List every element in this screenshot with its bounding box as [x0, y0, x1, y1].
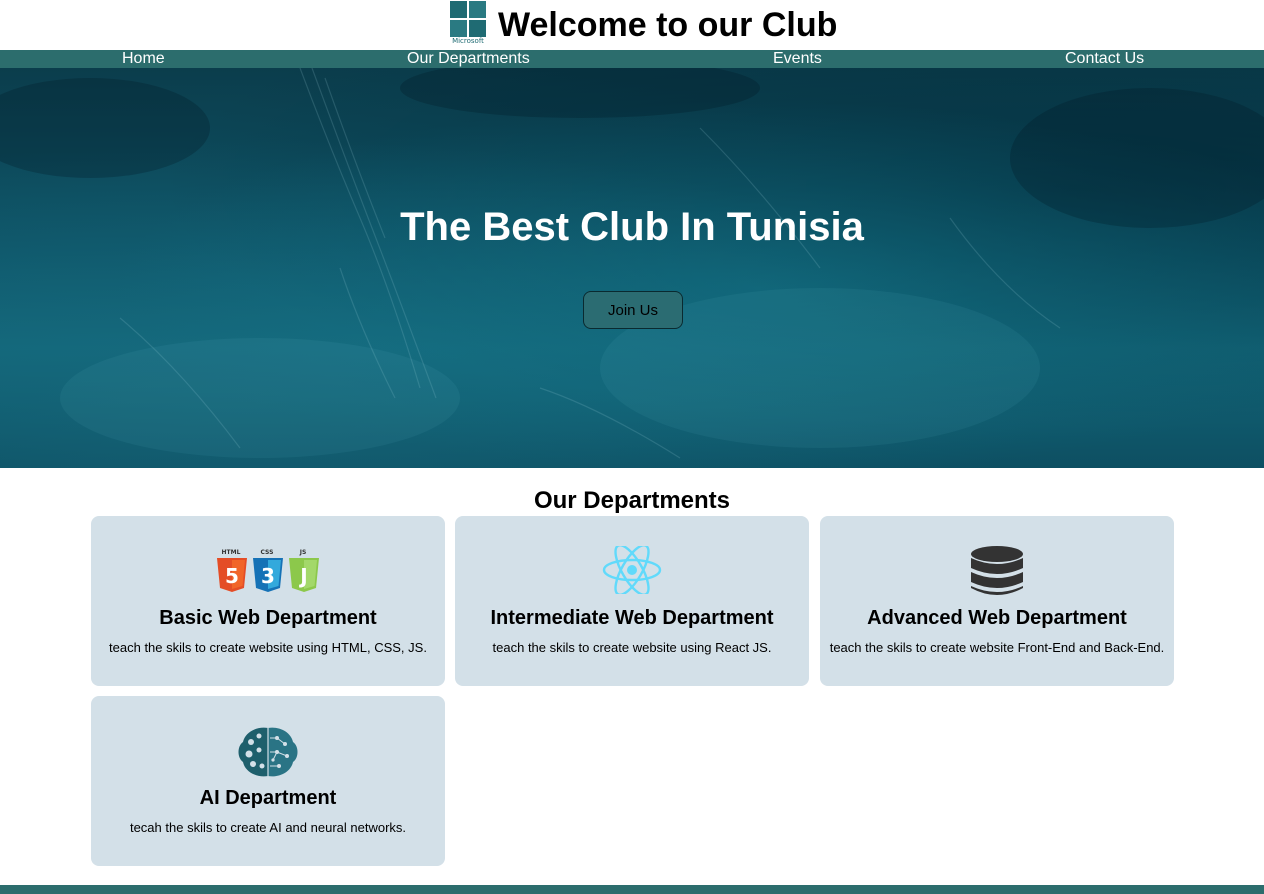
site-header: Microsoft Welcome to our Club — [0, 0, 1264, 50]
database-icon — [820, 546, 1174, 595]
department-title: AI Department — [199, 787, 337, 809]
brain-icon — [91, 726, 445, 777]
svg-text:5: 5 — [225, 564, 239, 588]
svg-text:J: J — [298, 564, 307, 588]
nav-home[interactable]: Home — [122, 50, 165, 68]
department-card-basic-web[interactable]: HTML CSS JS 5 3 J Basic Web Department t… — [91, 516, 445, 686]
join-us-button[interactable]: Join Us — [583, 291, 683, 329]
logo-text: Microsoft — [452, 37, 484, 45]
html-css-js-icon: HTML CSS JS 5 3 J — [91, 546, 445, 594]
svg-text:CSS: CSS — [261, 549, 274, 556]
department-title: Basic Web Department — [159, 607, 377, 629]
departments-heading: Our Departments — [533, 487, 731, 514]
department-description: teach the skils to create website using … — [492, 640, 772, 655]
department-card-intermediate-web[interactable]: Intermediate Web Department teach the sk… — [455, 516, 809, 686]
react-icon — [455, 546, 809, 594]
nav-contact-us[interactable]: Contact Us — [1065, 50, 1144, 68]
hero-texture — [0, 68, 1264, 459]
footer-bar — [0, 885, 1264, 894]
svg-text:HTML: HTML — [222, 549, 241, 556]
nav-events[interactable]: Events — [773, 50, 822, 68]
department-title: Intermediate Web Department — [490, 607, 774, 629]
hero-title: The Best Club In Tunisia — [400, 205, 864, 249]
main-nav: Home Our Departments Events Contact Us — [0, 50, 1264, 68]
department-description: tecah the skils to create AI and neural … — [129, 820, 407, 835]
svg-text:JS: JS — [299, 549, 307, 556]
department-card-ai[interactable]: AI Department tecah the skils to create … — [91, 696, 445, 866]
department-title: Advanced Web Department — [867, 607, 1127, 629]
department-description: teach the skils to create website using … — [109, 640, 427, 655]
department-card-advanced-web[interactable]: Advanced Web Department teach the skils … — [820, 516, 1174, 686]
hero-banner: The Best Club In Tunisia Join Us — [0, 68, 1264, 468]
site-title: Welcome to our Club — [498, 6, 838, 44]
svg-text:3: 3 — [261, 564, 275, 588]
nav-our-departments[interactable]: Our Departments — [407, 50, 530, 68]
department-description: teach the skils to create website Front-… — [829, 640, 1165, 655]
microsoft-logo-icon: Microsoft — [449, 0, 487, 48]
